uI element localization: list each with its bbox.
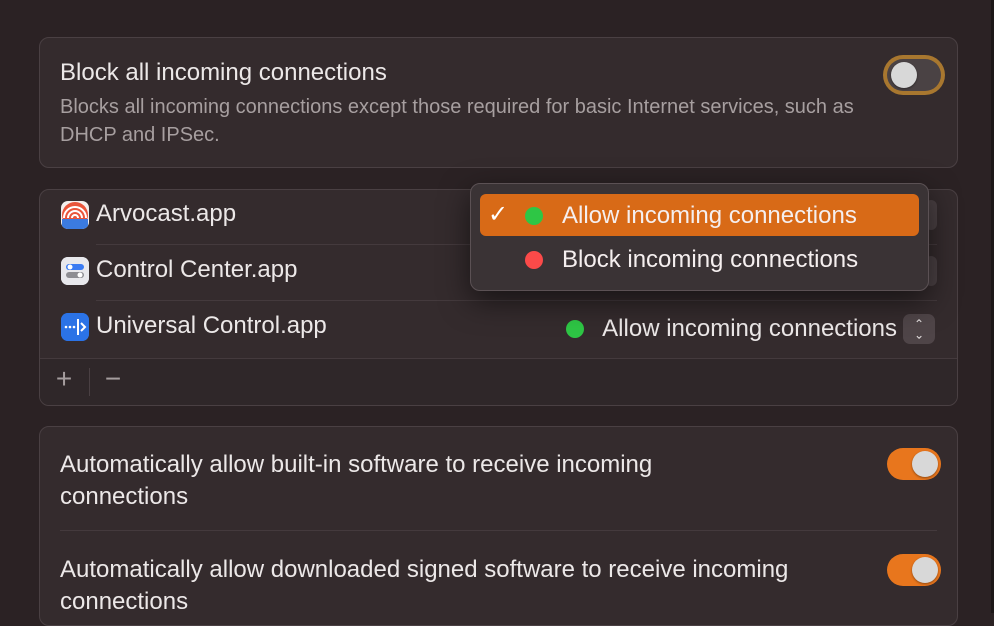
menu-item-allow[interactable]: ✓ Allow incoming connections	[480, 194, 919, 236]
block-status-dot	[525, 251, 543, 269]
row-divider	[96, 300, 937, 301]
allow-status-dot	[525, 207, 543, 225]
status-popup-button[interactable]: Allow incoming connections ⌃ ⌃	[566, 312, 935, 346]
app-name: Control Center.app	[96, 256, 298, 283]
allow-status-dot	[566, 320, 585, 338]
block-all-title: Block all incoming connections	[60, 59, 387, 86]
bar-divider	[89, 368, 90, 396]
checkmark-icon: ✓	[488, 201, 509, 228]
arvocast-app-icon	[61, 201, 89, 229]
universal-control-app-icon	[61, 313, 89, 341]
auto-signed-label: Automatically allow downloaded signed so…	[60, 556, 789, 615]
block-all-toggle[interactable]	[887, 59, 941, 91]
remove-app-button[interactable]: −	[93, 363, 133, 395]
app-row-universal-control[interactable]: Universal Control.app Allow incoming con…	[40, 302, 957, 358]
auto-builtin-label: Automatically allow built-in software to…	[60, 451, 653, 510]
control-center-app-icon	[61, 257, 89, 285]
auto-allow-group: Automatically allow built-in software to…	[39, 426, 958, 626]
toggle-knob	[891, 62, 917, 88]
menu-item-label: Allow incoming connections	[562, 202, 857, 229]
list-bottom-bar: + −	[40, 358, 957, 405]
connection-popup-menu: ✓ Allow incoming connections Block incom…	[470, 183, 929, 291]
row-divider	[60, 530, 937, 531]
block-all-description: Blocks all incoming connections except t…	[60, 96, 854, 146]
menu-item-label: Block incoming connections	[562, 246, 859, 273]
block-all-group: Block all incoming connections Blocks al…	[39, 37, 958, 168]
menu-item-block[interactable]: Block incoming connections	[480, 238, 919, 280]
app-name: Universal Control.app	[96, 312, 327, 339]
app-name: Arvocast.app	[96, 200, 237, 227]
toggle-knob	[912, 451, 938, 477]
auto-builtin-toggle[interactable]	[887, 448, 941, 480]
chevron-up-down-icon[interactable]: ⌃ ⌃	[903, 314, 935, 344]
status-label: Allow incoming connections	[602, 315, 897, 342]
add-app-button[interactable]: +	[44, 363, 84, 395]
toggle-knob	[912, 557, 938, 583]
auto-signed-toggle[interactable]	[887, 554, 941, 586]
